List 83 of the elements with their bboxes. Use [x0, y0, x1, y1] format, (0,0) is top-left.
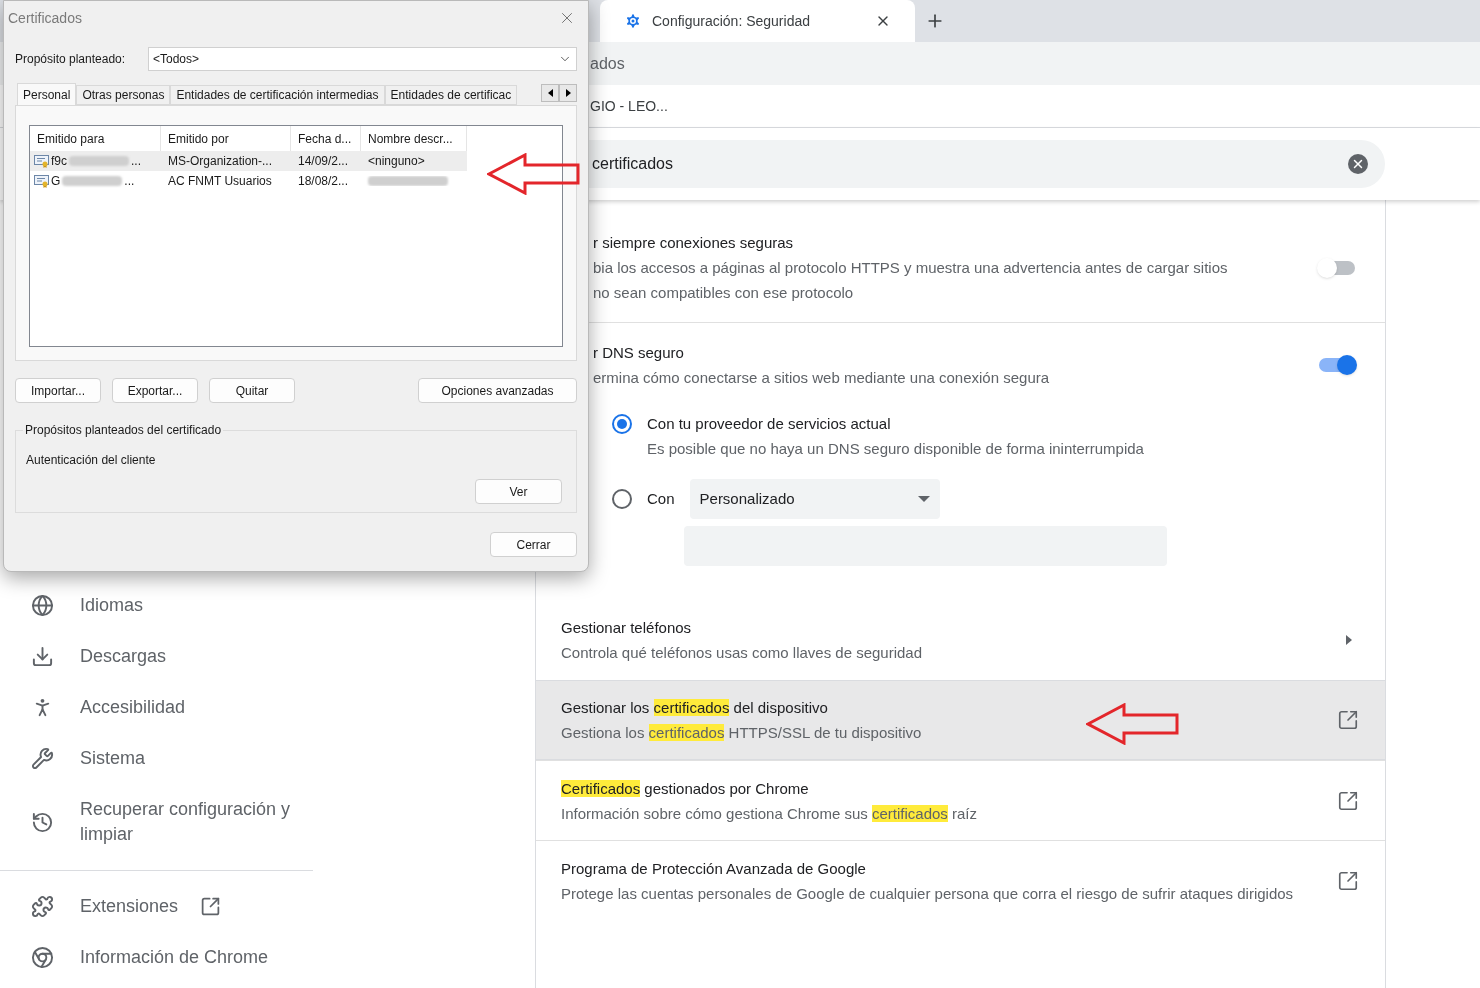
external-link-icon — [200, 896, 222, 917]
setting-title: Programa de Protección Avanzada de Google — [561, 858, 867, 879]
setting-title: r DNS seguro — [593, 343, 685, 363]
ellipsis: ... — [131, 153, 142, 170]
table-cell-text: MS-Organization-... — [167, 153, 273, 170]
setting-description: ermina cómo conectarse a sitios web mediante una conexión segura — [593, 368, 1050, 388]
globe-icon — [31, 594, 54, 617]
dialog-button[interactable]: Exportar... — [112, 378, 198, 403]
setting-description: Información sobre cómo gestiona Chrome sus certificados raíz — [561, 803, 979, 824]
setting-title: Gestionar teléfonos — [561, 618, 693, 638]
setting-title: Gestionar los certificados del dispositivo — [561, 698, 829, 718]
sidebar-item[interactable]: Idiomas — [0, 580, 535, 631]
dialog-button[interactable]: Quitar — [209, 378, 295, 403]
setting-title: r siempre conexiones seguras — [593, 233, 795, 253]
scroll-right-button[interactable] — [559, 84, 577, 102]
sidebar-item[interactable]: Extensiones — [0, 881, 535, 932]
purpose-dropdown[interactable]: <Todos> — [148, 47, 577, 71]
bookmark-text: ados — [590, 53, 625, 74]
sidebar-item[interactable]: Descargas — [0, 631, 535, 682]
option-label: Con tu proveedor de servicios actual — [647, 414, 892, 434]
option-description: Es posible que no haya un DNS seguro disponible de forma ininterrumpida — [647, 439, 1144, 459]
radio-button[interactable] — [612, 414, 632, 434]
table-cell-text: G — [51, 173, 61, 190]
chrome-icon — [31, 946, 54, 969]
certificate-icon — [34, 174, 49, 188]
table-cell-text: f9c — [51, 153, 67, 170]
external-link-icon — [1337, 789, 1359, 812]
sidebar-item[interactable]: Información de Chrome — [0, 932, 535, 983]
table-cell-text: 14/09/2... — [297, 153, 349, 170]
close-button[interactable]: Cerrar — [490, 532, 577, 557]
certificate-icon — [34, 154, 49, 168]
settings-link-row[interactable]: Gestionar los certificados del dispositivo Gestiona los certificados HTTPS/SSL de tu dispositivo — [536, 680, 1385, 760]
setting-description: no sean compatibles con ese protocolo — [593, 283, 855, 303]
view-button[interactable]: Ver — [475, 479, 562, 504]
advanced-options-button[interactable]: Opciones avanzadas — [418, 378, 577, 403]
right-triangle-icon — [565, 89, 571, 97]
blurred-text — [62, 176, 123, 186]
setting-description: Gestiona los certificados HTTPS/SSL de tu dispositivo — [561, 723, 923, 743]
history-icon — [31, 810, 54, 834]
table-cell-text: <ninguno> — [367, 153, 425, 170]
settings-link-row[interactable]: Gestionar teléfonos Controla qué teléfonos usas como llaves de seguridad — [536, 600, 1385, 680]
dialog-button[interactable]: Importar... — [15, 378, 101, 403]
option-label: Con — [647, 488, 675, 509]
sidebar-item[interactable]: Accesibilidad — [0, 682, 535, 733]
external-link-icon — [1337, 869, 1359, 892]
setting-description: Protege las cuentas personales de Google de cualquier persona que corra el riesgo de sufrir ataques dirigidos — [561, 883, 1295, 904]
caret-icon — [917, 496, 930, 502]
wrench-icon — [31, 747, 54, 770]
tab[interactable]: Entidades de certificac — [384, 85, 518, 105]
tab[interactable]: Personal — [17, 83, 77, 105]
purpose-label: Propósito planteado: — [15, 51, 127, 68]
purpose-text: Autenticación del cliente — [26, 452, 157, 469]
external-link-icon — [1337, 709, 1359, 731]
toggle-switch[interactable] — [1317, 256, 1357, 279]
toggle-switch[interactable] — [1317, 354, 1357, 376]
setting-description: Controla qué teléfonos usas como llaves de seguridad — [561, 643, 924, 663]
clear-search-icon[interactable] — [1348, 154, 1368, 174]
dialog-title: Certificados — [8, 8, 82, 28]
settings-link-row[interactable]: Programa de Protección Avanzada de Google Protege las cuentas personales de Google de cualquier persona que corra el riesgo de sufrir ataques dirigidos — [536, 840, 1385, 920]
setting-title: Certificados gestionados por Chrome — [561, 778, 810, 799]
sidebar-item[interactable]: Recuperar configuración y limpiar — [0, 784, 535, 860]
group-title: Propósitos planteados del certificado — [24, 422, 223, 439]
puzzle-icon — [31, 895, 54, 918]
left-triangle-icon — [547, 89, 553, 97]
sidebar-item[interactable]: Sistema — [0, 733, 535, 784]
tab[interactable]: Entidades de certificación intermedias — [170, 85, 385, 105]
certificate-row[interactable]: G ... AC FNMT Usuarios 18/08/2... — [30, 171, 467, 191]
right-triangle-icon — [1346, 635, 1352, 645]
scroll-left-button[interactable] — [541, 84, 559, 102]
download-icon — [31, 645, 54, 668]
settings-link-row[interactable]: Certificados gestionados por Chrome Información sobre cómo gestiona Chrome sus certificados raíz — [536, 760, 1385, 840]
profile-name: GIO - LEO... — [590, 96, 668, 116]
certificate-row[interactable]: f9c ... MS-Organization-... 14/09/2... <ninguno> — [30, 151, 467, 171]
ellipsis: ... — [124, 173, 135, 190]
gear-icon — [624, 12, 642, 30]
radio-button[interactable] — [612, 489, 632, 509]
table-cell-text: 18/08/2... — [297, 173, 349, 190]
table-cell-text: AC FNMT Usuarios — [167, 173, 272, 190]
browser-tab[interactable]: Configuración: Seguridad — [600, 0, 915, 42]
setting-description: bia los accesos a páginas al protocolo HTTPS y muestra una advertencia antes de cargar sitios — [593, 258, 1228, 278]
blurred-text — [69, 156, 129, 166]
provider-dropdown[interactable]: Personalizado — [689, 479, 940, 519]
tab[interactable]: Otras personas — [76, 85, 171, 105]
